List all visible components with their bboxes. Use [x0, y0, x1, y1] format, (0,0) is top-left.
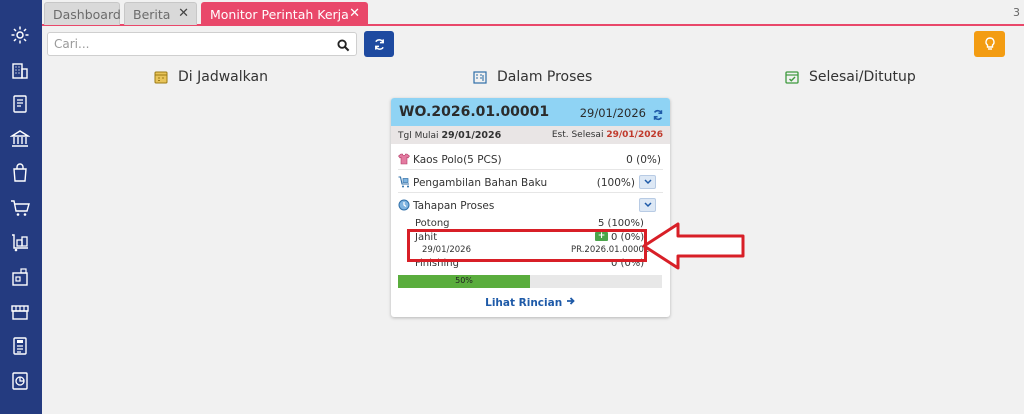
est-label: Est. Selesai — [551, 130, 604, 140]
column-title: Selesai/Ditutup — [809, 69, 916, 85]
tab-label: Dashboard — [53, 6, 121, 22]
estimated-finish: Est. Selesai 29/01/2026 — [552, 130, 663, 140]
hint-button[interactable] — [974, 31, 1005, 57]
chevron-down-icon[interactable] — [639, 198, 656, 212]
tab-label: Berita — [133, 6, 171, 22]
tab-berita[interactable]: Berita ✕ — [124, 2, 197, 25]
product-row: Kaos Polo(5 PCS) 0 (0%) — [398, 148, 663, 170]
sidebar — [0, 0, 42, 414]
start-date-value: 29/01/2026 — [441, 130, 502, 141]
date-row: Tgl Mulai 29/01/2026 Est. Selesai 29/01/… — [391, 126, 670, 144]
highlight-box — [407, 229, 647, 262]
refresh-icon — [374, 38, 384, 50]
refresh-button[interactable] — [364, 31, 394, 57]
tab-bar: Dashboard Berita ✕ Monitor Perintah Kerj… — [42, 0, 1024, 26]
stage-name: Potong — [415, 218, 450, 229]
calendar-check-icon — [785, 71, 799, 84]
search-input[interactable] — [48, 33, 328, 55]
settings-gear-icon[interactable] — [9, 24, 31, 46]
trolley-boxes-icon[interactable] — [9, 232, 31, 254]
annotation-arrow-icon — [642, 222, 745, 270]
book-icon[interactable] — [9, 93, 31, 115]
work-order-number[interactable]: WO.2026.01.00001 — [399, 104, 549, 120]
material-row: Pengambilan Bahan Baku (100%) — [398, 171, 663, 193]
progress-bar: 50% — [398, 275, 662, 288]
store-icon[interactable] — [9, 301, 31, 323]
close-icon[interactable]: ✕ — [178, 6, 189, 21]
material-value: (100%) — [596, 177, 635, 189]
building-icon[interactable] — [9, 59, 31, 81]
factory-icon — [473, 71, 487, 84]
search-box — [47, 32, 357, 56]
column-header-done: Selesai/Ditutup — [785, 69, 916, 85]
column-header-in-process: Dalam Proses — [473, 69, 592, 85]
lightbulb-icon — [984, 37, 995, 50]
tax-report-icon[interactable] — [9, 335, 31, 357]
start-label: Tgl Mulai — [398, 131, 439, 141]
warehouse-icon[interactable] — [9, 266, 31, 288]
column-title: Di Jadwalkan — [178, 69, 268, 85]
product-label: Kaos Polo(5 PCS) — [413, 154, 502, 166]
process-label: Tahapan Proses — [413, 200, 495, 212]
report-chart-icon[interactable] — [9, 370, 31, 392]
chevron-down-icon[interactable] — [639, 175, 656, 189]
product-value: 0 (0%) — [626, 154, 661, 166]
view-details-label: Lihat Rincian — [485, 297, 563, 309]
shirt-icon — [398, 153, 410, 165]
start-date: Tgl Mulai 29/01/2026 — [398, 130, 501, 141]
work-order-date: 29/01/2026 — [579, 106, 646, 120]
arrow-right-icon — [566, 297, 575, 305]
est-date-value: 29/01/2026 — [606, 130, 663, 140]
trolley-icon — [398, 176, 409, 188]
progress-label: 50% — [455, 276, 473, 285]
tab-monitor-perintah-kerja[interactable]: Monitor Perintah Kerja ✕ — [201, 2, 368, 25]
sync-icon[interactable] — [652, 106, 664, 125]
material-label: Pengambilan Bahan Baku — [413, 177, 548, 189]
calendar-icon — [154, 71, 168, 84]
column-header-scheduled: Di Jadwalkan — [154, 69, 268, 85]
stage-value: 5 (100%) — [598, 218, 644, 229]
cart-icon[interactable] — [9, 197, 31, 219]
shopping-bag-icon[interactable] — [9, 162, 31, 184]
tab-count[interactable]: 3 — [1013, 6, 1020, 19]
process-row: Tahapan Proses — [398, 194, 663, 216]
search-icon[interactable] — [337, 37, 350, 56]
tab-label: Monitor Perintah Kerja — [210, 6, 349, 22]
clock-process-icon — [398, 199, 410, 211]
bank-icon[interactable] — [9, 128, 31, 150]
view-details-link[interactable]: Lihat Rincian — [391, 296, 670, 309]
close-icon[interactable]: ✕ — [349, 6, 360, 21]
tab-dashboard[interactable]: Dashboard — [44, 2, 121, 25]
card-header: WO.2026.01.00001 29/01/2026 — [391, 98, 670, 126]
column-title: Dalam Proses — [497, 69, 593, 85]
